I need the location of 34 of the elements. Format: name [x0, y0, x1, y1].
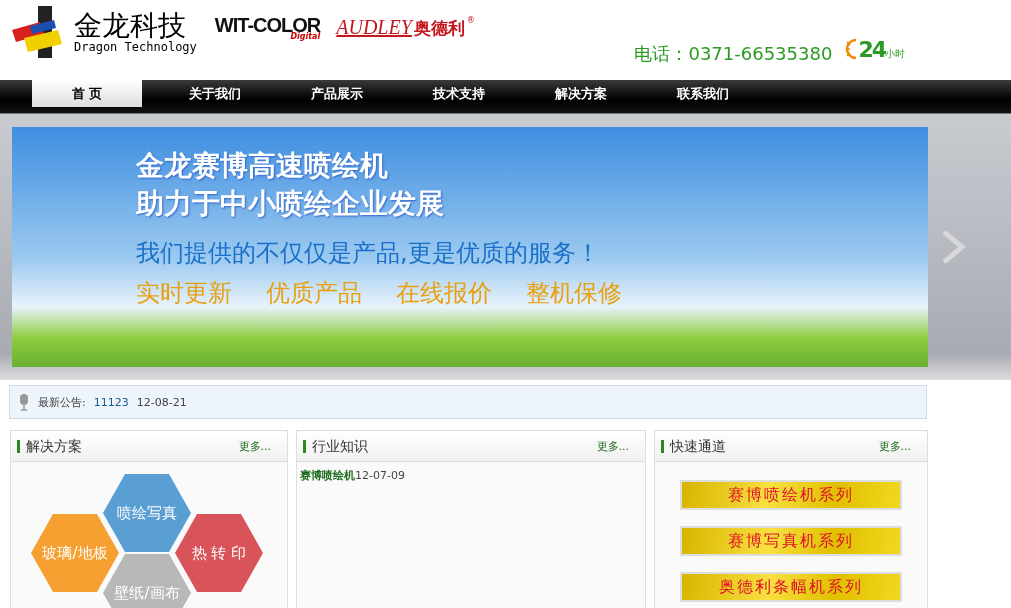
banner-feature: 在线报价	[396, 278, 492, 309]
hours-unit: 小时	[885, 48, 905, 61]
phone-number: 电话：0371-66535380	[634, 42, 833, 66]
registered-mark: ®	[466, 16, 475, 25]
news-date: 12-07-09	[355, 469, 405, 482]
banner-headline: 金龙赛博高速喷绘机	[136, 148, 389, 184]
company-name: 金龙科技	[74, 10, 186, 42]
panel-title: 解决方案	[17, 439, 82, 453]
nav-tab[interactable]: 关于我们	[154, 80, 276, 113]
notice-date: 12-08-21	[136, 395, 187, 409]
brand-logo-subtitle: Digital	[290, 32, 321, 41]
nav-tab[interactable]: 首 页	[32, 80, 142, 107]
microphone-icon	[18, 393, 30, 411]
hexagon-button[interactable]: 热 转 印	[175, 514, 263, 592]
nav-tab[interactable]: 产品展示	[276, 80, 398, 113]
panel-title: 快速通道	[661, 439, 726, 453]
more-link[interactable]: 更多...	[238, 438, 271, 454]
nav-tab[interactable]: 技术支持	[398, 80, 520, 113]
panel-title: 行业知识	[303, 439, 368, 453]
news-link[interactable]: 赛博喷绘机	[300, 469, 355, 482]
brand-logo-chinese: 奥德利	[413, 17, 465, 40]
banner-feature: 整机保修	[526, 278, 622, 309]
more-link[interactable]: 更多...	[878, 438, 911, 454]
hours-number: 24	[858, 36, 885, 62]
banner-feature: 优质产品	[266, 278, 362, 309]
nav-tab[interactable]: 联系我们	[642, 80, 764, 113]
company-subtitle: Dragon Technology	[74, 40, 197, 54]
banner-headline: 助力于中小喷绘企业发展	[136, 186, 445, 222]
more-link[interactable]: 更多...	[596, 438, 629, 454]
banner-tagline: 我们提供的不仅仅是产品,更是优质的服务！	[136, 238, 601, 269]
notice-label: 最新公告:	[38, 394, 86, 410]
banner-feature: 实时更新	[136, 278, 232, 309]
nav-tab[interactable]: 解决方案	[520, 80, 642, 113]
notice-link[interactable]: 11123	[93, 395, 129, 409]
